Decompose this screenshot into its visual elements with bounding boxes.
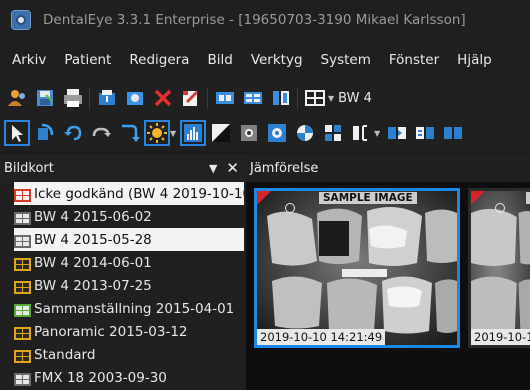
chevron-down-icon[interactable]: ▼ [374,129,380,138]
panel-title: Bildkort [4,160,54,176]
toolbar-separator [297,87,298,109]
edit-icon[interactable] [180,87,202,109]
list-item[interactable]: Panoramic 2015-03-12 [14,320,244,343]
menu-redigera[interactable]: Redigera [129,52,189,68]
list-item-label: Panoramic 2015-03-12 [34,323,188,340]
compare-4-icon[interactable] [442,122,464,144]
brightness-icon[interactable] [144,120,170,146]
menu-arkiv[interactable]: Arkiv [12,52,46,68]
rejected-marker-icon [257,191,271,205]
toolbar-separator [207,87,208,109]
list-item-label: BW 4 2015-06-02 [34,208,152,225]
list-item[interactable]: Icke godkänd (BW 4 2019-10-10 [14,182,244,205]
image-marker-icon [495,203,505,213]
list-item-label: BW 4 2014-06-01 [34,254,152,271]
rejected-marker-icon [471,191,485,205]
compare-icon[interactable] [350,122,372,144]
comparison-title: Jämförelse [250,160,319,176]
menu-hjalp[interactable]: Hjälp [457,52,492,68]
histogram-icon[interactable] [180,120,207,146]
sample-watermark: SAMPLE IMAGE [319,192,417,204]
delete-icon[interactable] [152,87,174,109]
yellow-card-icon [14,348,31,363]
menu-fonster[interactable]: Fönster [389,52,439,68]
list-item[interactable]: Sammanställning 2015-04-01 [14,297,244,320]
list-item-label: FMX 18 2003-09-30 [34,369,167,386]
menu-system[interactable]: System [321,52,371,68]
app-logo-icon [11,10,31,30]
title-bar: DentalEye 3.3.1 Enterprise - [19650703-3… [0,0,530,40]
chevron-down-icon[interactable]: ▼ [170,129,176,138]
rotate-icon[interactable] [34,122,56,144]
layout-2-icon[interactable] [242,87,264,109]
image-card-list: Icke godkänd (BW 4 2019-10-10 BW 4 2015-… [14,182,244,389]
chevron-down-icon[interactable]: ▼ [328,94,334,103]
contrast-icon[interactable] [210,122,232,144]
yellow-card-icon [14,279,31,294]
menu-bild[interactable]: Bild [207,52,232,68]
redo-icon[interactable] [90,122,112,144]
list-item-label: Icke godkänd (BW 4 2019-10-10 [34,185,244,202]
menu-patient[interactable]: Patient [64,52,111,68]
list-item-label: Standard [34,346,96,363]
xray-image[interactable]: S 2019-10-1 [468,188,530,348]
list-item-label: Sammanställning 2015-04-01 [34,300,235,317]
list-item[interactable]: FMX 18 2003-09-30 [14,366,244,389]
yellow-card-icon [14,256,31,271]
undo-icon[interactable] [62,122,84,144]
compare-2-icon[interactable] [386,122,408,144]
import-icon[interactable] [96,87,118,109]
layout-grid-icon[interactable] [304,87,326,109]
list-item[interactable]: BW 4 2013-07-25 [14,274,244,297]
list-item[interactable]: BW 4 2015-05-28 [14,228,244,251]
list-item-label: BW 4 2013-07-25 [34,277,152,294]
layout-1-icon[interactable] [214,87,236,109]
close-icon[interactable]: ✕ [226,159,239,177]
toolbar-separator [89,87,90,109]
image-timestamp: 2019-10-10 14:21:49 [257,329,386,345]
list-item-label: BW 4 2015-05-28 [34,231,152,248]
xray-image [257,191,457,345]
image-toolbar: ▼ ▼ [0,115,530,151]
green-card-icon [14,302,31,317]
layout-3-icon[interactable] [270,87,292,109]
capture-icon[interactable] [124,87,146,109]
yellow-card-icon [14,325,31,340]
pointer-icon[interactable] [4,120,30,146]
sample-watermark: S [526,192,530,204]
list-item[interactable]: Standard [14,343,244,366]
xray-image-selected[interactable]: SAMPLE IMAGE 2019-10-10 14:21:49 [254,188,460,348]
measure-icon[interactable] [266,122,288,144]
list-item[interactable]: BW 4 2015-06-02 [14,205,244,228]
list-item[interactable]: BW 4 2014-06-01 [14,251,244,274]
layout-select[interactable]: BW 4 [338,91,372,106]
filter-icon[interactable] [238,122,260,144]
flip-icon[interactable] [118,122,140,144]
comparison-panel: Jämförelse SAMPLE IMAGE 2019-10-10 14:21… [246,154,530,390]
patient-icon[interactable] [6,87,28,109]
image-timestamp: 2019-10-1 [471,329,530,345]
grid-card-icon [14,210,31,225]
menu-bar: Arkiv Patient Redigera Bild Verktyg Syst… [0,40,530,80]
compare-3-icon[interactable] [414,122,436,144]
menu-verktyg[interactable]: Verktyg [251,52,303,68]
window-title: DentalEye 3.3.1 Enterprise - [19650703-3… [43,12,466,28]
grid-card-icon [14,233,31,248]
color-icon[interactable] [294,122,316,144]
red-card-icon [14,187,31,202]
xray-image-preview [471,191,530,345]
grid-card-icon [14,371,31,386]
save-icon[interactable] [34,87,56,109]
print-icon[interactable] [62,87,84,109]
chevron-down-icon[interactable]: ▼ [209,162,217,175]
panel-header: Bildkort ▼ ✕ [0,154,246,182]
image-card-panel: Bildkort ▼ ✕ Icke godkänd (BW 4 2019-10-… [0,154,246,390]
annotate-icon[interactable] [322,122,344,144]
image-marker-icon [285,203,295,213]
main-toolbar: ▼ BW 4 [0,80,530,116]
comparison-header: Jämförelse [246,154,530,182]
